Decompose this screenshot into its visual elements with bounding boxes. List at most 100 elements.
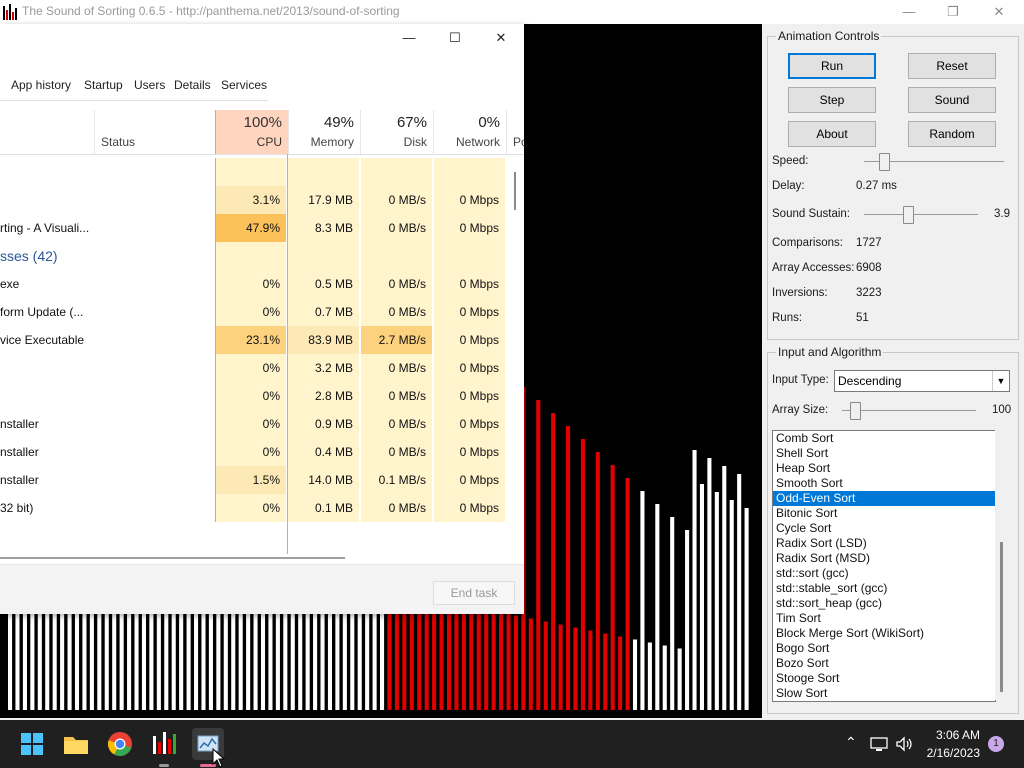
algorithm-list-item[interactable]: Odd-Even Sort [773, 491, 995, 506]
reset-button[interactable]: Reset [908, 53, 996, 79]
tab-details[interactable]: Details [174, 78, 211, 92]
about-button[interactable]: About [788, 121, 876, 147]
clock-time[interactable]: 3:06 AM [936, 728, 980, 742]
windows-start-icon[interactable] [16, 728, 48, 760]
network-icon[interactable] [870, 736, 888, 752]
process-row[interactable]: 32 bit) 0% 0.1 MB 0 MB/s 0 Mbps [0, 494, 508, 522]
array-bar [156, 614, 161, 710]
algorithm-list-item[interactable]: Heap Sort [773, 461, 995, 476]
sound-sustain-thumb[interactable] [903, 206, 914, 224]
algorithm-list-scroll-thumb[interactable] [1000, 542, 1003, 692]
process-disk-cell: 0 MB/s [361, 214, 433, 242]
chrome-icon[interactable] [104, 728, 136, 760]
algorithm-list-item[interactable]: std::stable_sort (gcc) [773, 581, 995, 596]
volume-icon[interactable] [895, 736, 913, 752]
array-bar [22, 614, 27, 710]
array-bar [320, 614, 325, 710]
random-button[interactable]: Random [908, 121, 996, 147]
array-bar [603, 633, 608, 710]
algorithm-list-item[interactable]: Smooth Sort [773, 476, 995, 491]
tm-close-button[interactable]: ✕ [478, 28, 524, 48]
algorithm-list-item[interactable]: std::sort (gcc) [773, 566, 995, 581]
process-memory-cell: 2.8 MB [288, 382, 360, 410]
array-bar [685, 530, 690, 710]
algorithm-list-item[interactable]: Stooge Sort [773, 671, 995, 686]
array-size-label: Array Size: [772, 404, 829, 416]
array-bar [737, 474, 742, 710]
tm-vertical-scroll-thumb[interactable] [514, 172, 516, 210]
chevron-up-icon[interactable]: ⌃ [845, 734, 857, 751]
algorithm-list-item[interactable]: Radix Sort (MSD) [773, 551, 995, 566]
process-row[interactable]: form Update (... 0% 0.7 MB 0 MB/s 0 Mbps [0, 298, 508, 326]
process-network-cell: 0 Mbps [434, 326, 506, 354]
algorithm-list-item[interactable]: Radix Sort (LSD) [773, 536, 995, 551]
step-button[interactable]: Step [788, 87, 876, 113]
sound-button[interactable]: Sound [908, 87, 996, 113]
algorithm-list-item[interactable]: Bozo Sort [773, 656, 995, 671]
algorithm-list-item[interactable]: Slow Sort [773, 686, 995, 701]
algorithm-list-item[interactable]: Bogo Sort [773, 641, 995, 656]
close-button[interactable]: ✕ [976, 2, 1022, 22]
algorithm-list-scrollbar[interactable] [995, 430, 1009, 700]
algorithm-list-item[interactable]: Bitonic Sort [773, 506, 995, 521]
file-explorer-icon[interactable] [60, 728, 92, 760]
array-bar [52, 614, 57, 710]
algorithm-list-item[interactable]: Shell Sort [773, 446, 995, 461]
power-column-header[interactable]: Po [507, 110, 524, 154]
array-bar [60, 612, 65, 710]
tm-maximize-button[interactable]: ☐ [432, 28, 478, 48]
task-manager-titlebar: — ☐ ✕ [0, 24, 524, 54]
array-bar [15, 612, 20, 710]
runs-value: 51 [856, 312, 869, 324]
tm-horizontal-scrollbar[interactable] [0, 554, 508, 564]
status-column-header[interactable]: Status [94, 110, 216, 154]
process-row[interactable]: rting - A Visuali... 47.9% 8.3 MB 0 MB/s 0 M… [0, 214, 508, 242]
process-row[interactable] [0, 158, 508, 186]
task-manager-window: — ☐ ✕ App history Startup Users Details … [0, 24, 524, 614]
array-bar [699, 484, 705, 710]
restore-button[interactable]: ❐ [930, 2, 976, 22]
end-task-button[interactable]: End task [433, 581, 515, 605]
chevron-down-icon[interactable]: ▼ [992, 371, 1009, 391]
process-row[interactable]: nstaller 0% 0.9 MB 0 MB/s 0 Mbps [0, 410, 508, 438]
algorithm-list-item[interactable]: Comb Sort [773, 431, 995, 446]
process-group-row[interactable]: sses (42) [0, 242, 508, 270]
input-algorithm-label: Input and Algorithm [776, 345, 884, 359]
tm-minimize-button[interactable]: — [386, 28, 432, 48]
tab-app-history[interactable]: App history [11, 78, 71, 92]
algorithm-list-item[interactable]: Block Merge Sort (WikiSort) [773, 626, 995, 641]
tab-startup[interactable]: Startup [84, 78, 123, 92]
algorithm-list-item[interactable]: Cycle Sort [773, 521, 995, 536]
process-row[interactable]: vice Executable 23.1% 83.9 MB 2.7 MB/s 0 Mbp… [0, 326, 508, 354]
array-bar [469, 606, 474, 710]
process-name: form Update (... [0, 305, 84, 319]
process-row[interactable]: nstaller 0% 0.4 MB 0 MB/s 0 Mbps [0, 438, 508, 466]
algorithm-list[interactable]: Comb Sort Shell Sort Heap Sort Smooth Sort O… [772, 430, 996, 702]
process-row[interactable]: 3.1% 17.9 MB 0 MB/s 0 Mbps [0, 186, 508, 214]
inversions-value: 3223 [856, 287, 882, 299]
cpu-column-header[interactable]: 100% CPU [215, 110, 289, 154]
minimize-button[interactable]: — [886, 2, 932, 22]
process-row[interactable]: 0% 3.2 MB 0 MB/s 0 Mbps [0, 354, 508, 382]
memory-column-header[interactable]: 49% Memory [288, 110, 361, 154]
speed-slider-thumb[interactable] [879, 153, 890, 171]
array-size-thumb[interactable] [850, 402, 861, 420]
notification-badge[interactable]: 1 [988, 736, 1004, 752]
run-button[interactable]: Run [788, 53, 876, 79]
algorithm-list-item[interactable]: std::sort_heap (gcc) [773, 596, 995, 611]
tab-users[interactable]: Users [134, 78, 165, 92]
input-type-dropdown[interactable]: Descending ▼ [834, 370, 1010, 392]
process-row[interactable]: 0% 2.8 MB 0 MB/s 0 Mbps [0, 382, 508, 410]
sound-of-sorting-taskbar-icon[interactable] [148, 728, 180, 760]
tm-horizontal-scroll-thumb[interactable] [0, 557, 345, 559]
network-column-header[interactable]: 0% Network [434, 110, 507, 154]
process-row[interactable]: nstaller 1.5% 14.0 MB 0.1 MB/s 0 Mbps [0, 466, 508, 494]
process-row[interactable]: exe 0% 0.5 MB 0 MB/s 0 Mbps [0, 270, 508, 298]
array-bar [275, 614, 280, 710]
disk-column-header[interactable]: 67% Disk [361, 110, 434, 154]
process-cpu-cell: 0% [215, 494, 287, 522]
comparisons-value: 1727 [856, 237, 882, 249]
algorithm-list-item[interactable]: Tim Sort [773, 611, 995, 626]
tab-services[interactable]: Services [221, 78, 267, 92]
clock-date[interactable]: 2/16/2023 [927, 746, 980, 760]
